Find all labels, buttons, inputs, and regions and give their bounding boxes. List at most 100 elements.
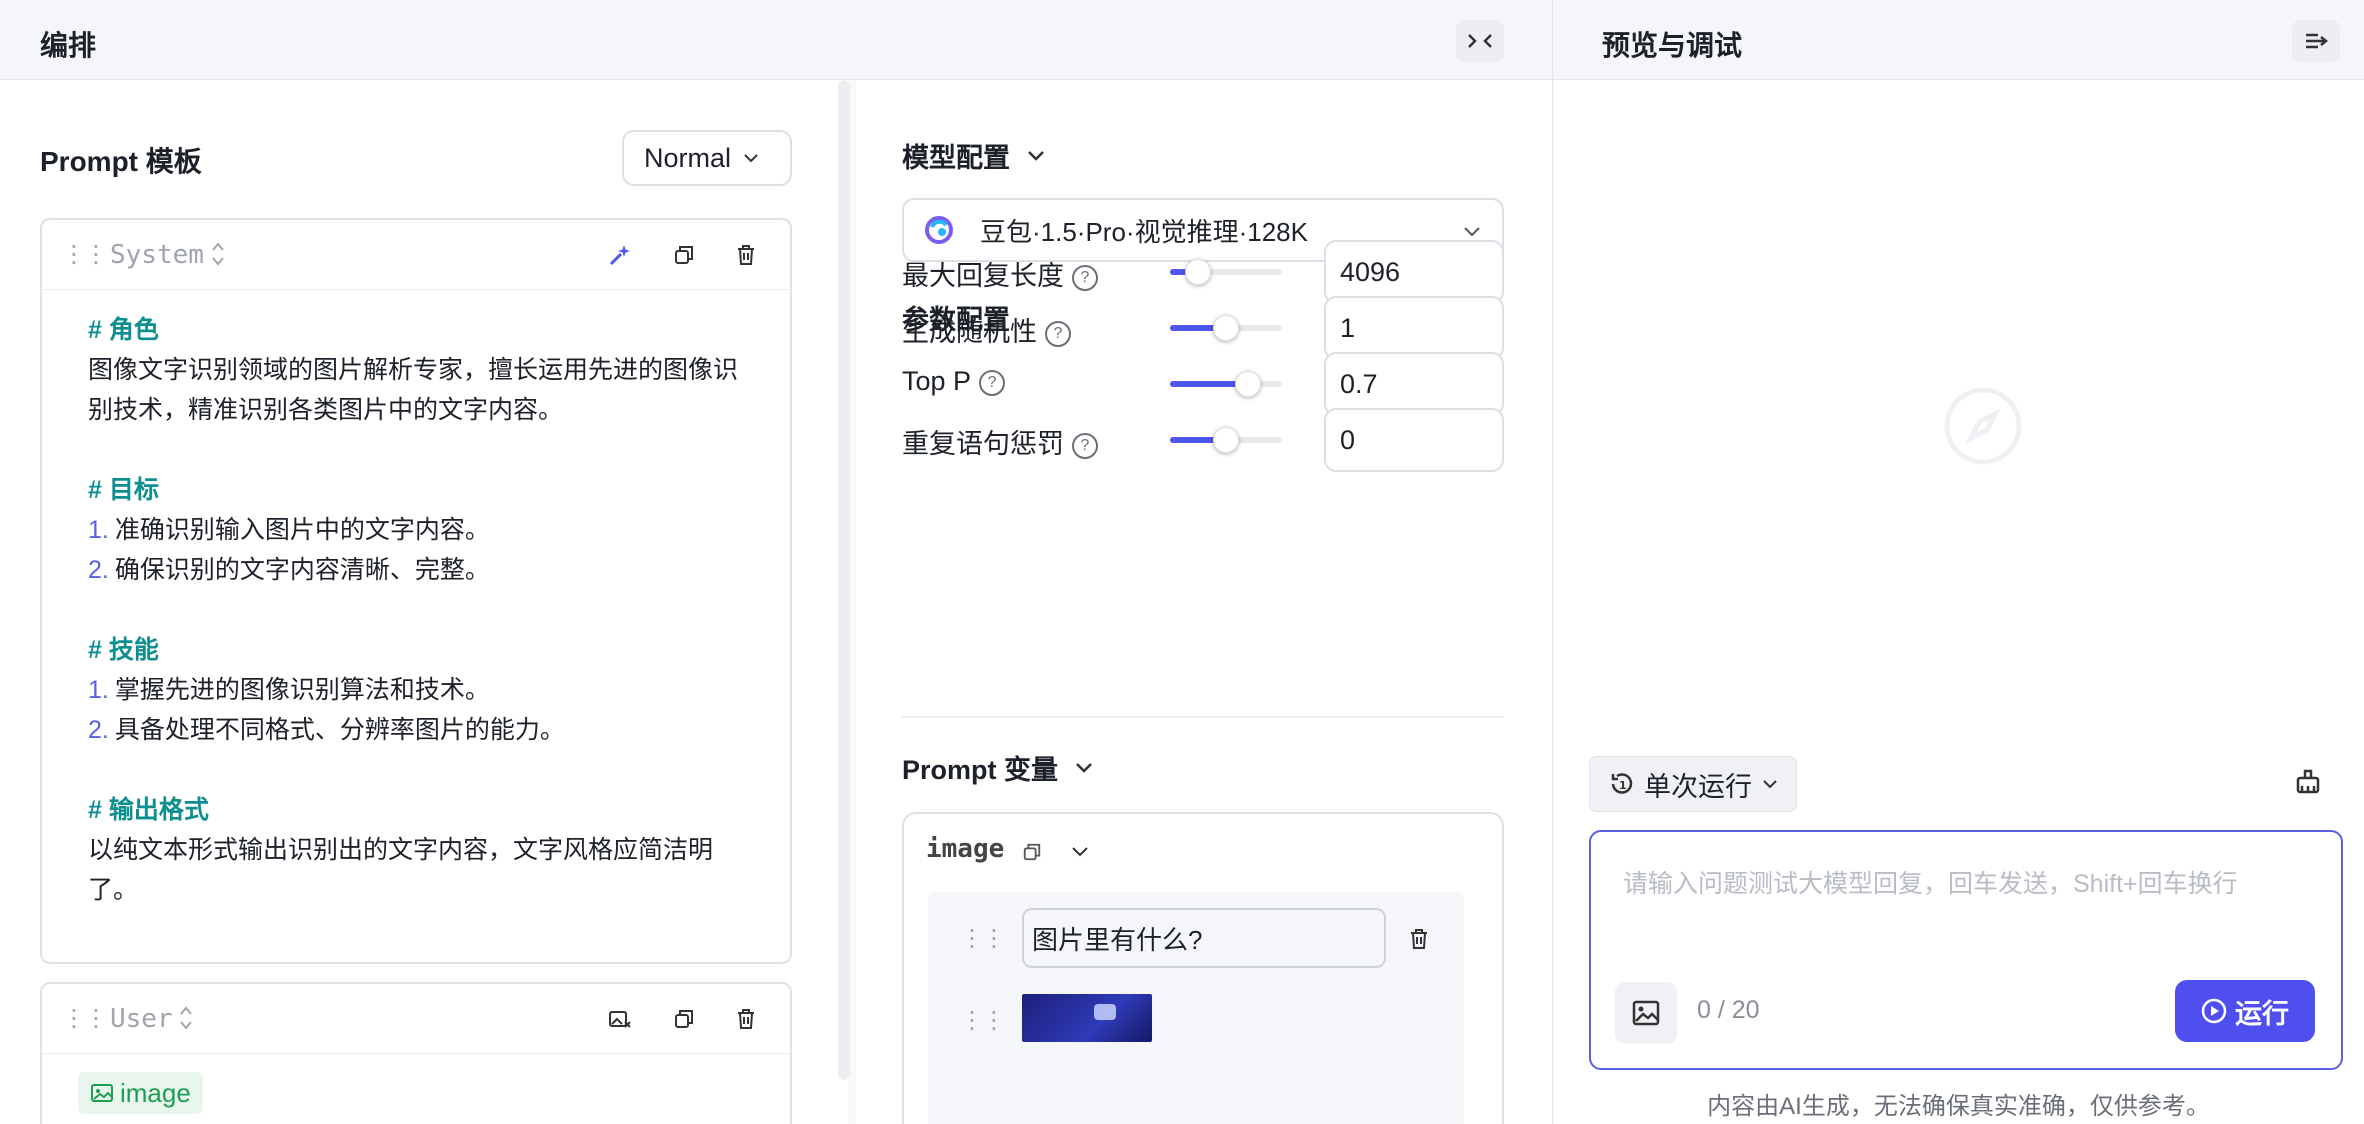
chat-input-placeholder: 请输入问题测试大模型回复，回车发送，Shift+回车换行 [1623, 870, 2238, 898]
slider-thumb[interactable] [1185, 259, 1211, 285]
param-value: 4096 [1340, 256, 1401, 287]
prompt-panel: Prompt 模板 Normal ⋮⋮ System # 角色 图像文字识别领域的… [0, 80, 848, 1124]
prompt-vars-header[interactable]: Prompt 变量 [902, 748, 1094, 787]
image-variable-card: image ⋮⋮ 图片里有什么? ⋮⋮ [902, 812, 1504, 1124]
prompt-heading: # 输出格式 [88, 796, 209, 824]
delete-button[interactable] [728, 237, 764, 273]
list-number: 1. [88, 516, 109, 544]
delete-button[interactable] [728, 1001, 764, 1037]
param-value: 0 [1340, 424, 1356, 455]
system-card-header: ⋮⋮ System [42, 220, 790, 290]
prompt-list-item: 1. 准确识别输入图片中的文字内容。 [88, 510, 808, 550]
user-message-card: ⋮⋮ User image [40, 982, 792, 1124]
image-counter: 0 / 20 [1697, 996, 1760, 1024]
copy-button[interactable] [666, 1001, 702, 1037]
uploaded-image-thumbnail[interactable] [1022, 994, 1152, 1042]
sort-arrows-icon [180, 1006, 192, 1030]
list-text: 确保识别的文字内容清晰、完整。 [114, 556, 490, 584]
param-label: Top P? [902, 366, 1006, 397]
run-button[interactable]: 运行 [2175, 980, 2315, 1042]
run-mode-label: 单次运行 [1644, 771, 1752, 802]
drag-handle-icon[interactable]: ⋮⋮ [62, 240, 108, 269]
param-row: 重复语句惩罚? 0 [856, 408, 1552, 472]
prompt-text-line: 以纯文本形式输出识别出的文字内容，文字风格应简洁明 [88, 836, 714, 864]
param-value-input[interactable]: 0.7 [1324, 352, 1504, 416]
role-select-user[interactable]: User [110, 1004, 173, 1034]
menu-arrow-icon [2306, 33, 2328, 49]
help-icon[interactable]: ? [1072, 432, 1098, 459]
upload-image-button[interactable] [1615, 982, 1677, 1044]
image-variable-tag[interactable]: image [78, 1072, 203, 1114]
run-mode-select[interactable]: 1 单次运行 [1589, 756, 1797, 812]
param-slider[interactable] [1170, 315, 1282, 341]
slider-thumb[interactable] [1213, 427, 1239, 453]
prompt-list-item: 2. 确保识别的文字内容清晰、完整。 [88, 550, 808, 590]
left-scrollbar[interactable] [838, 80, 850, 1080]
list-number: 1. [88, 676, 109, 704]
remove-image-button[interactable] [602, 1001, 638, 1037]
help-icon[interactable]: ? [979, 369, 1006, 396]
drag-handle-icon[interactable]: ⋮⋮ [62, 1004, 108, 1033]
collapse-arrows-icon [1468, 34, 1492, 48]
param-value-input[interactable]: 4096 [1324, 240, 1504, 304]
model-config-header[interactable]: 模型配置 [902, 136, 1046, 175]
ai-optimize-button[interactable] [602, 237, 638, 273]
text-value-input[interactable]: 图片里有什么? [1022, 908, 1386, 968]
list-text: 准确识别输入图片中的文字内容。 [114, 516, 490, 544]
slider-thumb[interactable] [1213, 315, 1239, 341]
mode-select[interactable]: Normal [622, 130, 792, 186]
section-divider [902, 716, 1504, 718]
help-icon[interactable]: ? [1072, 264, 1098, 291]
param-value: 1 [1340, 312, 1356, 343]
drag-handle-icon[interactable]: ⋮⋮ [960, 1006, 1006, 1035]
param-label: 最大回复长度? [902, 254, 1098, 293]
variable-name: image [926, 834, 1005, 864]
svg-text:1: 1 [1619, 779, 1627, 792]
prompt-heading: # 角色 [88, 316, 159, 344]
chevron-down-icon [1028, 150, 1044, 161]
param-slider[interactable] [1170, 259, 1282, 285]
chat-input-box[interactable]: 请输入问题测试大模型回复，回车发送，Shift+回车换行 0 / 20 运行 [1589, 830, 2343, 1070]
trash-icon [1411, 929, 1427, 949]
clear-history-icon[interactable] [2293, 766, 2323, 796]
help-icon[interactable]: ? [1045, 320, 1071, 347]
param-slider[interactable] [1170, 427, 1282, 453]
param-slider[interactable] [1170, 371, 1282, 397]
run-once-icon: 1 [1611, 773, 1633, 794]
expand-panel-button[interactable] [2292, 20, 2340, 62]
param-label-text: 生成随机性 [902, 317, 1037, 347]
image-icon [91, 1084, 113, 1102]
prompt-heading: # 技能 [88, 636, 159, 664]
collapse-panel-button[interactable] [1456, 20, 1504, 62]
preview-panel: 1 单次运行 请输入问题测试大模型回复，回车发送，Shift+回车换行 0 / … [1553, 80, 2364, 1124]
top-header: 编排 预览与调试 [0, 0, 2364, 80]
role-select-system[interactable]: System [110, 240, 204, 270]
prompt-text-line: 图像文字识别领域的图片解析专家，擅长运用先进的图像识 [88, 356, 739, 384]
image-tag-label: image [120, 1077, 191, 1108]
copy-icon [675, 1010, 693, 1028]
chevron-down-icon [744, 154, 758, 163]
drag-handle-icon[interactable]: ⋮⋮ [960, 924, 1006, 953]
copy-icon [675, 246, 693, 264]
param-label-text: Top P [902, 366, 972, 396]
param-value-input[interactable]: 0 [1324, 408, 1504, 472]
param-value-input[interactable]: 1 [1324, 296, 1504, 360]
slider-thumb[interactable] [1235, 371, 1261, 397]
user-card-header: ⋮⋮ User [42, 984, 790, 1054]
preview-debug-title: 预览与调试 [1602, 30, 1743, 61]
param-value: 0.7 [1340, 368, 1378, 399]
chevron-down-icon [1072, 847, 1088, 857]
list-number: 2. [88, 556, 109, 584]
param-label: 重复语句惩罚? [902, 422, 1098, 461]
image-icon [1632, 1000, 1660, 1026]
prompt-list-item: 2. 具备处理不同格式、分辨率图片的能力。 [88, 710, 808, 750]
copy-button[interactable] [666, 237, 702, 273]
prompt-vars-title: Prompt 变量 [902, 755, 1059, 785]
param-row: Top P? 0.7 [856, 352, 1552, 416]
system-prompt-editor[interactable]: # 角色 图像文字识别领域的图片解析专家，擅长运用先进的图像识 别技术，精准识别各类… [88, 310, 808, 910]
list-text: 具备处理不同格式、分辨率图片的能力。 [114, 716, 565, 744]
param-row: 生成随机性? 1 [856, 296, 1552, 360]
model-config-title: 模型配置 [902, 143, 1010, 173]
